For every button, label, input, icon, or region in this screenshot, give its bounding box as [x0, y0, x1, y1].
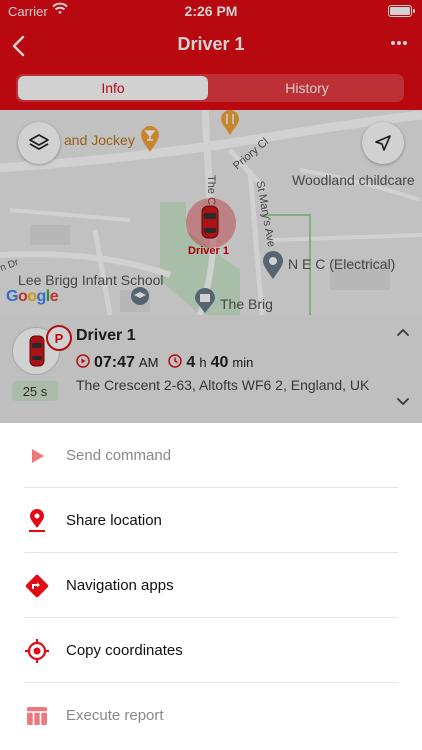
report-table-icon	[27, 707, 47, 725]
clock: 2:26 PM	[184, 3, 238, 19]
navigation-arrow-icon	[375, 135, 391, 151]
action-label: Copy coordinates	[66, 642, 183, 659]
action-label: Send command	[66, 447, 172, 464]
location-pin-icon	[29, 509, 45, 532]
tab-info[interactable]: Info	[18, 76, 208, 100]
segmented-control: Info History	[16, 74, 404, 102]
action-navigation-apps[interactable]: Navigation apps	[0, 553, 422, 618]
google-letter: g	[36, 288, 47, 305]
duration-minutes-unit: min	[232, 355, 254, 370]
map-layers-button[interactable]	[18, 122, 60, 164]
map-label-nec: N E C (Electrical)	[288, 256, 396, 272]
driver-address: The Crescent 2-63, Altofts WF6 2, Englan…	[76, 377, 370, 393]
directions-icon	[25, 574, 49, 598]
back-chevron-icon[interactable]	[8, 32, 32, 60]
driver-card[interactable]: P 25 s Driver 1 07:47 AM 4h 40 min The Cr…	[0, 315, 422, 423]
google-letter: e	[49, 288, 59, 305]
play-circle-icon	[76, 354, 90, 368]
action-send-command[interactable]: Send command	[0, 423, 422, 488]
school-poi-icon	[131, 287, 149, 305]
page-title: Driver 1	[177, 34, 245, 54]
action-sheet: Send command Share location Navigation a…	[0, 423, 422, 750]
start-time: 07:47	[94, 354, 135, 371]
map-locate-button[interactable]	[362, 122, 404, 164]
map-label-pub: and Jockey	[64, 132, 135, 148]
map-label-brig: The Brig	[220, 296, 273, 312]
duration-minutes: 40	[210, 354, 229, 371]
nav-bar: Driver 1	[0, 26, 422, 66]
clock-icon	[168, 354, 183, 368]
google-letter: G	[6, 288, 18, 305]
map-label-school: Lee Brigg Infant School	[18, 272, 164, 288]
tab-history[interactable]: History	[212, 76, 402, 100]
map-view[interactable]: and Jockey Priory Cl The C St Mary's Ave…	[0, 110, 422, 315]
action-share-location[interactable]: Share location	[0, 488, 422, 553]
crosshair-icon	[25, 639, 49, 663]
play-icon	[32, 449, 44, 463]
google-letter: o	[27, 288, 37, 305]
action-label: Navigation apps	[66, 577, 174, 594]
app-header: Carrier 2:26 PM Driver 1 Info History	[0, 0, 422, 110]
elapsed-badge: 25 s	[12, 381, 58, 401]
place-poi-icon	[263, 251, 283, 279]
map-label-childcare: Woodland childcare	[292, 172, 415, 188]
library-poi-icon	[195, 288, 215, 313]
action-label: Share location	[66, 512, 162, 529]
duration-hours-unit: h	[199, 355, 207, 370]
chevron-up-icon[interactable]	[396, 327, 410, 337]
more-options-icon[interactable]	[390, 38, 408, 48]
car-icon	[29, 335, 45, 367]
chevron-down-icon[interactable]	[396, 397, 410, 407]
parking-status-badge: P	[46, 325, 72, 351]
google-letter: o	[17, 288, 28, 305]
action-copy-coordinates[interactable]: Copy coordinates	[0, 618, 422, 683]
trip-times: 07:47 AM 4h 40 min	[76, 353, 253, 372]
layers-icon	[29, 134, 49, 150]
battery-icon	[388, 5, 415, 17]
start-ampm: AM	[138, 355, 159, 370]
status-bar: Carrier 2:26 PM	[0, 0, 422, 24]
bar-poi-icon	[141, 126, 159, 152]
restaurant-poi-icon	[221, 110, 239, 135]
car-marker-icon	[201, 205, 219, 239]
action-label: Execute report	[66, 707, 164, 724]
vehicle-marker-label: Driver 1	[188, 245, 229, 257]
driver-name: Driver 1	[76, 327, 136, 344]
google-logo: Google	[6, 288, 59, 306]
duration-hours: 4	[186, 354, 196, 371]
action-execute-report[interactable]: Execute report	[0, 683, 422, 748]
